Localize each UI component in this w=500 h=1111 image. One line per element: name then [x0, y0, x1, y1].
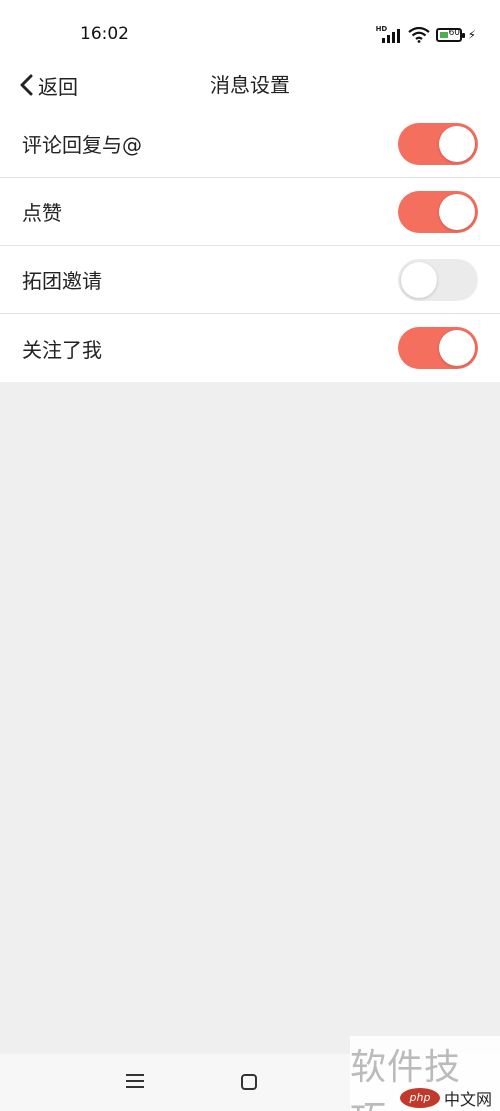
setting-label: 评论回复与@ — [22, 133, 142, 157]
setting-label: 拓团邀请 — [22, 269, 102, 293]
home-icon[interactable] — [241, 1074, 257, 1090]
php-logo: php — [399, 1088, 440, 1108]
battery-level: 60 — [448, 28, 461, 38]
status-icons: HD 60 ⚡ — [375, 25, 476, 44]
toggle-followed-me[interactable] — [398, 327, 478, 369]
setting-label: 点赞 — [22, 201, 62, 225]
toggle-likes[interactable] — [398, 191, 478, 233]
toggle-comment-reply[interactable] — [398, 123, 478, 165]
setting-row-group-invite: 拓团邀请 — [0, 246, 500, 314]
setting-label: 关注了我 — [22, 337, 102, 362]
setting-row-comment-reply: 评论回复与@ — [0, 110, 500, 178]
setting-row-followed-me: 关注了我 — [0, 314, 500, 382]
charging-icon: ⚡ — [467, 28, 476, 42]
status-time: 16:02 — [80, 24, 129, 44]
toggle-group-invite[interactable] — [398, 259, 478, 301]
toggle-knob — [439, 194, 475, 230]
signal-icon: HD — [375, 25, 402, 43]
toggle-knob — [401, 262, 437, 298]
watermark: 软件技巧 php 中文网 — [350, 1036, 500, 1111]
screen: 16:02 HD 60 ⚡ 返回 消息设置 评论回复与@ 点赞 拓团邀请 关注了… — [0, 0, 500, 1111]
toggle-knob — [439, 126, 475, 162]
battery-icon: 60 — [435, 28, 465, 42]
toggle-knob — [439, 330, 475, 366]
page-title: 消息设置 — [210, 73, 290, 97]
watermark-site: php 中文网 — [399, 1086, 492, 1110]
wifi-icon — [407, 27, 430, 43]
nav-bar: 返回 消息设置 — [0, 60, 500, 110]
watermark-site-text: 中文网 — [443, 1090, 492, 1109]
setting-row-likes: 点赞 — [0, 178, 500, 246]
menu-icon[interactable] — [126, 1074, 146, 1090]
status-bar: 16:02 HD 60 ⚡ — [0, 0, 500, 60]
signal-hd-label: HD — [375, 25, 388, 33]
settings-list: 评论回复与@ 点赞 拓团邀请 关注了我 — [0, 110, 500, 382]
